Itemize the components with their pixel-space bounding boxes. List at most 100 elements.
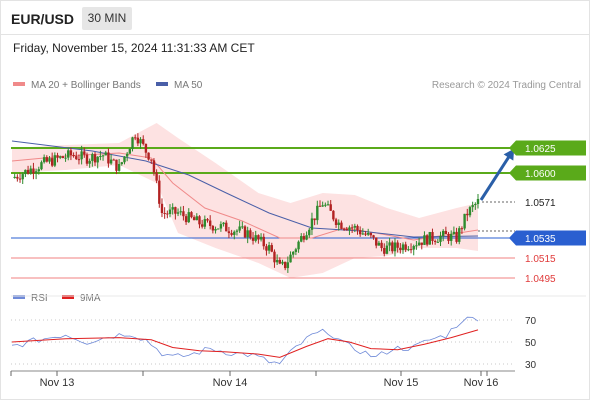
candle-body — [281, 261, 284, 264]
candle-body — [32, 168, 35, 174]
candle-body — [380, 242, 383, 249]
candle — [147, 152, 150, 161]
candle-body — [77, 159, 81, 161]
candle-body — [166, 213, 169, 215]
candle-body — [75, 156, 78, 160]
candle-body — [117, 164, 121, 171]
candle-body — [460, 228, 464, 230]
candle — [217, 228, 220, 230]
candle-body — [375, 237, 378, 246]
candle-body — [59, 156, 62, 158]
candle-body — [259, 236, 263, 240]
projection-arrow-shaft — [479, 151, 514, 201]
candle-body — [423, 235, 426, 245]
candle-body — [254, 235, 257, 241]
candle-body — [104, 152, 107, 156]
candle-body — [233, 231, 236, 235]
candle-body — [273, 251, 276, 263]
candle-body — [168, 209, 172, 215]
rsi-9ma-line — [11, 329, 479, 358]
candle-body — [101, 155, 105, 157]
candle-body — [401, 244, 405, 251]
candle-body — [415, 245, 418, 247]
candle-body — [147, 152, 150, 160]
candle-body — [450, 233, 453, 241]
candle-body — [289, 254, 292, 263]
candle — [166, 210, 169, 219]
candle-body — [302, 236, 306, 240]
candle-body — [425, 235, 429, 245]
candle-body — [40, 162, 43, 170]
candle-body — [214, 228, 217, 231]
candle-body — [150, 159, 153, 161]
candle-body — [399, 247, 402, 251]
candle-body — [404, 244, 407, 250]
candle-body — [383, 248, 386, 254]
level-label-5: 1.0495 — [525, 274, 556, 285]
candle-body — [436, 241, 440, 243]
candle-body — [120, 162, 124, 165]
candle-body — [324, 204, 327, 206]
candle-body — [246, 230, 249, 238]
candle-body — [24, 169, 27, 175]
candle-body — [163, 213, 166, 215]
candle-body — [142, 139, 145, 144]
level-tag-arrow-3 — [509, 230, 516, 246]
candle-body — [80, 151, 83, 160]
candle-body — [431, 232, 434, 241]
candle-body — [155, 172, 158, 181]
candle-body — [388, 242, 391, 246]
candle-body — [200, 224, 204, 227]
candle-body — [160, 203, 164, 214]
candle-body — [447, 234, 450, 241]
candle-body — [337, 222, 340, 225]
level-label-4: 1.0515 — [525, 254, 556, 265]
candle-body — [93, 154, 97, 163]
candle-body — [217, 228, 220, 230]
x-tick-label: Nov 14 — [213, 377, 248, 389]
candle — [13, 173, 16, 179]
candle-body — [262, 236, 265, 247]
candle-body — [144, 143, 148, 153]
candle-body — [115, 159, 118, 171]
candle-body — [96, 156, 99, 163]
candle-body — [369, 232, 373, 236]
candle-body — [326, 204, 330, 206]
x-tick-label: Nov 13 — [40, 377, 75, 389]
candle-body — [64, 157, 67, 159]
candle-body — [179, 211, 182, 213]
candle-body — [353, 225, 357, 228]
candle-body — [292, 251, 295, 255]
candle-body — [316, 205, 319, 221]
candle — [163, 207, 166, 219]
level-label-0: 1.0625 — [525, 144, 556, 155]
candle-body — [69, 150, 73, 156]
candle-body — [455, 231, 458, 242]
candle-body — [342, 228, 346, 230]
candle-body — [428, 232, 431, 245]
candle — [24, 169, 27, 178]
candle-body — [29, 168, 32, 174]
candle-body — [67, 150, 70, 158]
candle-body — [139, 139, 142, 144]
candle-body — [270, 245, 273, 252]
candle-body — [391, 242, 394, 252]
candle-body — [463, 213, 466, 229]
candle-body — [176, 212, 180, 214]
candle-body — [243, 226, 247, 238]
candle-body — [267, 245, 271, 251]
candle-body — [444, 230, 448, 235]
candle-body — [257, 235, 260, 240]
candle-body — [53, 155, 57, 166]
candle-body — [313, 218, 316, 221]
candle-body — [358, 230, 362, 235]
candle-body — [356, 225, 359, 231]
rsi-line — [11, 316, 479, 364]
candle-body — [171, 207, 174, 210]
candle-body — [348, 227, 351, 231]
candle-body — [158, 180, 161, 204]
candle-body — [283, 261, 287, 269]
level-label-2: 1.0571 — [525, 198, 556, 209]
candle-body — [128, 149, 132, 154]
candle — [21, 172, 24, 184]
